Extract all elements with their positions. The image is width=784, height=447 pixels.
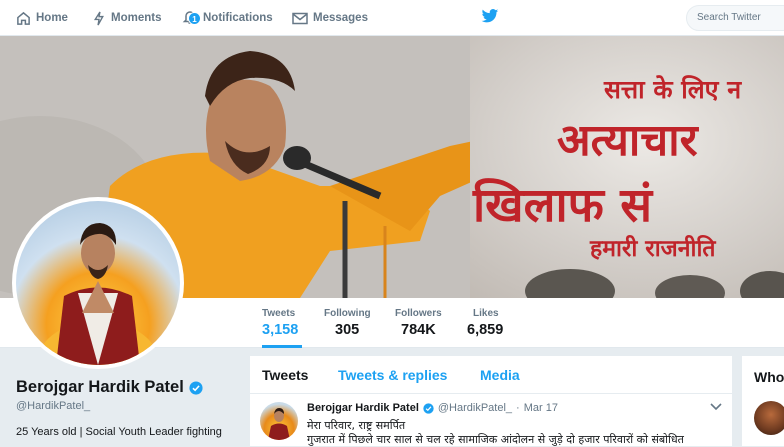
top-nav-bar: Home Moments 1 Notifications Messages Se…	[0, 0, 784, 36]
search-placeholder: Search Twitter	[697, 12, 761, 23]
nav-moments-label: Moments	[111, 12, 162, 24]
banner-text-line2: अत्याचार	[557, 115, 698, 166]
chevron-down-icon[interactable]	[710, 403, 722, 411]
timeline-tabs: Tweets Tweets & replies Media	[250, 356, 732, 394]
who-to-follow-card: Who	[742, 356, 784, 446]
twitter-bird-logo-icon[interactable]	[481, 9, 499, 24]
profile-bio: 25 Years old | Social Youth Leader fight…	[16, 426, 222, 438]
tab-media[interactable]: Media	[480, 367, 520, 383]
banner-text-line4: हमारी राजनीति	[590, 236, 716, 262]
lightning-icon	[93, 11, 104, 25]
notification-count-badge: 1	[188, 11, 201, 25]
avatar-illustration	[38, 223, 158, 365]
nav-home[interactable]: Home	[16, 0, 68, 36]
banner-text-line3: खिलाफ सं	[473, 178, 653, 233]
envelope-icon	[292, 12, 308, 24]
stat-tweets[interactable]: Tweets 3,158	[262, 308, 298, 338]
avatar-image	[16, 201, 180, 365]
tweet-author-handle[interactable]: @HardikPatel_	[438, 402, 512, 414]
who-to-follow-title: Who	[754, 369, 784, 385]
nav-moments[interactable]: Moments	[92, 0, 161, 36]
banner-trees	[525, 269, 784, 298]
tab-tweets[interactable]: Tweets	[262, 367, 308, 383]
tweet-text-line1: मेरा परिवार, राष्ट्र समर्पित	[307, 419, 406, 432]
stat-followers[interactable]: Followers 784K	[395, 308, 442, 338]
suggested-user-avatar[interactable]	[754, 401, 784, 435]
nav-notifications-label: Notifications	[203, 12, 273, 24]
active-stat-underline	[262, 345, 302, 348]
tweet-date[interactable]: Mar 17	[524, 402, 558, 414]
tweet-text-line2: गुजरात में पिछले चार साल से चल रहे सामाज…	[307, 433, 684, 446]
stat-likes-value: 6,859	[467, 322, 504, 338]
nav-home-label: Home	[36, 12, 68, 24]
profile-name-text: Berojgar Hardik Patel	[16, 378, 184, 396]
nav-messages[interactable]: Messages	[292, 0, 368, 36]
home-icon	[17, 11, 30, 25]
tweet-author-name[interactable]: Berojgar Hardik Patel	[307, 402, 419, 414]
stat-followers-value: 784K	[401, 322, 436, 338]
profile-avatar[interactable]	[12, 197, 184, 369]
stat-following-label: Following	[324, 308, 371, 319]
timeline-card: Tweets Tweets & replies Media Berojgar H…	[250, 356, 732, 446]
tweet-verified-icon	[423, 402, 434, 414]
tab-tweets-replies[interactable]: Tweets & replies	[338, 367, 447, 383]
nav-notifications[interactable]: 1 Notifications	[182, 0, 273, 36]
tweet-avatar[interactable]	[260, 402, 298, 440]
profile-name: Berojgar Hardik Patel	[16, 378, 203, 397]
banner-text-line1: सत्ता के लिए न	[604, 75, 742, 104]
bell-icon-wrap: 1	[182, 9, 203, 28]
verified-badge-icon	[189, 380, 203, 395]
tweet-avatar-illustration	[268, 408, 290, 440]
stat-tweets-value: 3,158	[262, 322, 299, 338]
stat-following[interactable]: Following 305	[324, 308, 371, 338]
search-input[interactable]: Search Twitter	[686, 5, 784, 31]
tweet-header: Berojgar Hardik Patel @HardikPatel_ · Ma…	[307, 402, 558, 414]
stat-tweets-label: Tweets	[262, 308, 296, 319]
stat-followers-label: Followers	[395, 308, 442, 319]
profile-handle[interactable]: @HardikPatel_	[16, 400, 90, 412]
tweet-separator: ·	[516, 402, 520, 414]
stat-following-value: 305	[335, 322, 360, 338]
stat-likes-label: Likes	[473, 308, 499, 319]
nav-messages-label: Messages	[313, 12, 368, 24]
stat-likes[interactable]: Likes 6,859	[467, 308, 503, 338]
